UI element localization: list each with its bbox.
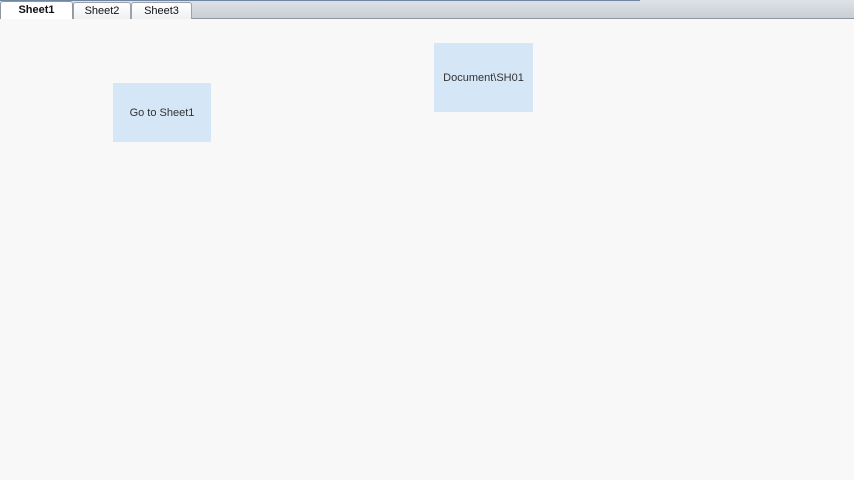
tab-sheet2[interactable]: Sheet2	[73, 2, 131, 19]
tab-sheet3[interactable]: Sheet3	[131, 2, 192, 19]
document-reference-box: Document\SH01	[434, 43, 533, 112]
go-to-sheet1-label: Go to Sheet1	[129, 106, 195, 119]
sheet-tab-bar: Sheet1 Sheet2 Sheet3	[0, 0, 854, 19]
document-reference-label: Document\SH01	[443, 71, 524, 84]
sheet-canvas: Sheet1 Sheet2 Sheet3 Go to Sheet1 Docume…	[0, 0, 854, 480]
go-to-sheet1-button[interactable]: Go to Sheet1	[113, 83, 211, 142]
tab-sheet1[interactable]: Sheet1	[0, 1, 73, 19]
tab-bar-accent-line	[0, 0, 640, 1]
